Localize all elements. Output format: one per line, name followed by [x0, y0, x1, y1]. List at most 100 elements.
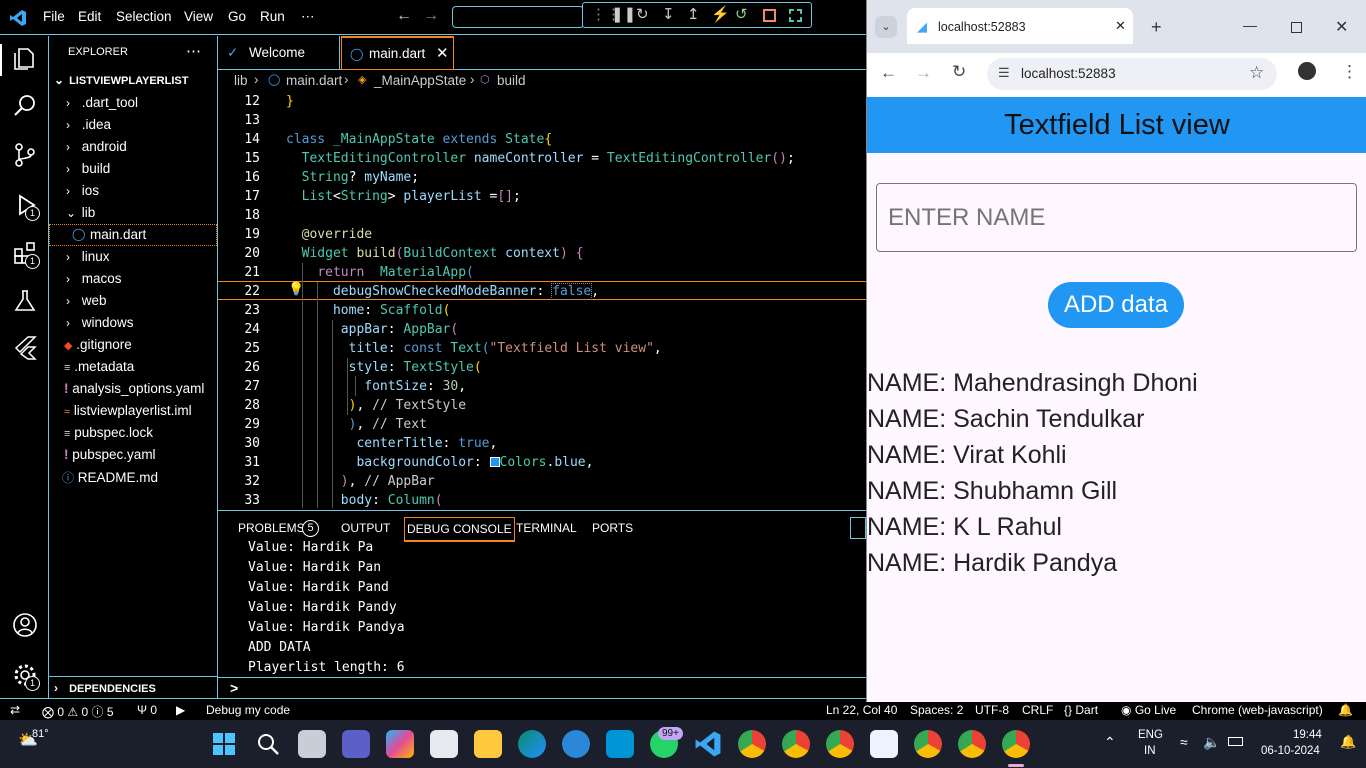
- chrome-icon[interactable]: [958, 730, 986, 758]
- panel-tab-debug-console[interactable]: DEBUG CONSOLE: [404, 517, 515, 542]
- panel-tab-problems[interactable]: PROBLEMS: [238, 521, 305, 535]
- go-live-status[interactable]: ◉ Go Live: [1121, 703, 1176, 717]
- close-icon[interactable]: ✕: [436, 37, 449, 71]
- volume-icon[interactable]: 🔈: [1203, 734, 1220, 751]
- menu-file[interactable]: File: [43, 9, 65, 24]
- indentation-status[interactable]: Spaces: 2: [910, 703, 963, 717]
- code-editor[interactable]: 💡 12 13 14 15 16 17 18 19 20 21 22 23 24…: [218, 92, 866, 508]
- dependencies-section[interactable]: › DEPENDENCIES: [54, 681, 156, 695]
- teams-icon[interactable]: [342, 730, 370, 758]
- wifi-icon[interactable]: ≈: [1180, 734, 1188, 750]
- tree-item-gitignore[interactable]: ◆ .gitignore: [64, 337, 132, 352]
- tab-search-icon[interactable]: ⌄: [875, 16, 897, 38]
- language-status[interactable]: {} Dart: [1064, 703, 1098, 717]
- testing-flask-icon[interactable]: [12, 288, 38, 314]
- breadcrumb-file[interactable]: main.dart: [286, 73, 342, 88]
- menu-go[interactable]: Go: [228, 9, 246, 24]
- breadcrumb-lib[interactable]: lib: [234, 73, 248, 88]
- chrome-icon[interactable]: [738, 730, 766, 758]
- tab-welcome[interactable]: ✓ Welcome: [218, 36, 340, 70]
- hot-reload-icon[interactable]: ⚡: [711, 7, 730, 23]
- step-over-icon[interactable]: ↻: [636, 7, 649, 23]
- tree-item-android[interactable]: › android: [66, 139, 127, 154]
- edge-icon[interactable]: [518, 730, 546, 758]
- restart-icon[interactable]: ↺: [735, 7, 748, 23]
- notification-bell-icon[interactable]: 🔔: [1340, 734, 1356, 750]
- site-info-icon[interactable]: ☰: [998, 65, 1010, 81]
- file-explorer-icon[interactable]: [474, 730, 502, 758]
- name-input[interactable]: [876, 183, 1357, 252]
- cursor-position[interactable]: Ln 22, Col 40: [826, 703, 897, 717]
- tree-item-macos[interactable]: › macos: [66, 271, 122, 286]
- debug-config-status[interactable]: Debug my code: [206, 703, 290, 717]
- tab-close-icon[interactable]: ✕: [1115, 18, 1126, 34]
- console-input-prompt[interactable]: >: [230, 680, 238, 696]
- project-root[interactable]: ⌄ LISTVIEWPLAYERLIST: [54, 73, 188, 87]
- tab-main-dart[interactable]: ◯ main.dart ✕: [341, 36, 454, 70]
- menu-view[interactable]: View: [184, 9, 213, 24]
- tree-item-pubspec-yaml[interactable]: ! pubspec.yaml: [64, 447, 156, 462]
- menu-edit[interactable]: Edit: [78, 9, 101, 24]
- step-out-icon[interactable]: ↥: [687, 7, 700, 23]
- tree-item-dart-tool[interactable]: › .dart_tool: [66, 95, 138, 110]
- reload-icon[interactable]: ↻: [952, 62, 966, 82]
- step-into-icon[interactable]: ↧: [662, 7, 675, 23]
- panel-tab-ports[interactable]: PORTS: [592, 521, 633, 535]
- maximize-icon[interactable]: [1291, 22, 1302, 33]
- chrome-icon[interactable]: [826, 730, 854, 758]
- tree-item-linux[interactable]: › linux: [66, 249, 110, 264]
- tree-item-metadata[interactable]: ≡ .metadata: [64, 359, 134, 374]
- tree-item-pubspec-lock[interactable]: ≡ pubspec.lock: [64, 425, 153, 440]
- tree-item-lib[interactable]: ⌄ lib: [66, 205, 95, 220]
- encoding-status[interactable]: UTF-8: [975, 703, 1009, 717]
- forward-arrow-icon[interactable]: →: [915, 63, 932, 83]
- problems-status[interactable]: ⨂ 0 ⚠ 0 ⓘ 5: [42, 703, 114, 720]
- menu-run[interactable]: Run: [260, 9, 285, 24]
- color-swatch[interactable]: [489, 457, 500, 467]
- breadcrumb-method[interactable]: build: [497, 73, 526, 88]
- tree-item-analysis-options[interactable]: ! analysis_options.yaml: [64, 381, 204, 396]
- window-close-icon[interactable]: ✕: [1335, 17, 1348, 37]
- vscode-taskbar-icon[interactable]: [694, 730, 722, 758]
- menu-selection[interactable]: Selection: [116, 9, 172, 24]
- ports-status[interactable]: Ψ 0: [137, 703, 157, 717]
- panel-tab-output[interactable]: OUTPUT: [341, 521, 390, 535]
- profile-avatar-icon[interactable]: [1298, 62, 1316, 80]
- bell-icon[interactable]: 🔔: [1338, 703, 1353, 717]
- tray-chevron-up-icon[interactable]: ⌃: [1104, 734, 1116, 751]
- browser-menu-icon[interactable]: ⋮: [1341, 62, 1358, 82]
- flutter-icon[interactable]: [12, 334, 38, 360]
- explorer-more-icon[interactable]: ⋯: [186, 42, 201, 60]
- breadcrumb-class[interactable]: _MainAppState: [374, 73, 466, 88]
- start-button[interactable]: [210, 730, 238, 758]
- chrome-active-icon[interactable]: [1002, 730, 1030, 758]
- store-icon[interactable]: [430, 730, 458, 758]
- tree-item-build[interactable]: › build: [66, 161, 110, 176]
- pause-icon[interactable]: ❚❚: [611, 7, 636, 23]
- search-icon[interactable]: [12, 93, 38, 119]
- forward-arrow-icon[interactable]: →: [423, 7, 439, 25]
- tree-item-ios[interactable]: › ios: [66, 183, 99, 198]
- task-view-icon[interactable]: [298, 730, 326, 758]
- minimize-icon[interactable]: —: [1243, 17, 1257, 33]
- chrome-icon[interactable]: [782, 730, 810, 758]
- chrome-icon[interactable]: [914, 730, 942, 758]
- panel-tab-terminal[interactable]: TERMINAL: [516, 521, 577, 535]
- bookmark-star-icon[interactable]: ☆: [1249, 63, 1264, 83]
- devtools-icon[interactable]: [789, 9, 802, 22]
- address-bar[interactable]: ☰ localhost:52883 ☆: [987, 58, 1277, 90]
- command-center-search[interactable]: [452, 6, 584, 28]
- account-icon[interactable]: [12, 612, 38, 638]
- new-tab-icon[interactable]: +: [1151, 17, 1162, 38]
- phone-link-icon[interactable]: [870, 730, 898, 758]
- tree-item-web[interactable]: › web: [66, 293, 107, 308]
- help-icon[interactable]: [562, 730, 590, 758]
- tree-item-readme[interactable]: ⓘ README.md: [62, 469, 158, 486]
- explorer-icon[interactable]: [12, 46, 38, 72]
- browser-tab[interactable]: ◢ localhost:52883 ✕: [907, 8, 1133, 44]
- tree-item-iml[interactable]: ≈ listviewplayerlist.iml: [64, 403, 192, 418]
- search-taskbar-icon[interactable]: [254, 730, 282, 758]
- back-arrow-icon[interactable]: ←: [396, 7, 412, 25]
- device-status[interactable]: Chrome (web-javascript): [1192, 703, 1323, 717]
- add-data-button[interactable]: ADD data: [1048, 282, 1184, 328]
